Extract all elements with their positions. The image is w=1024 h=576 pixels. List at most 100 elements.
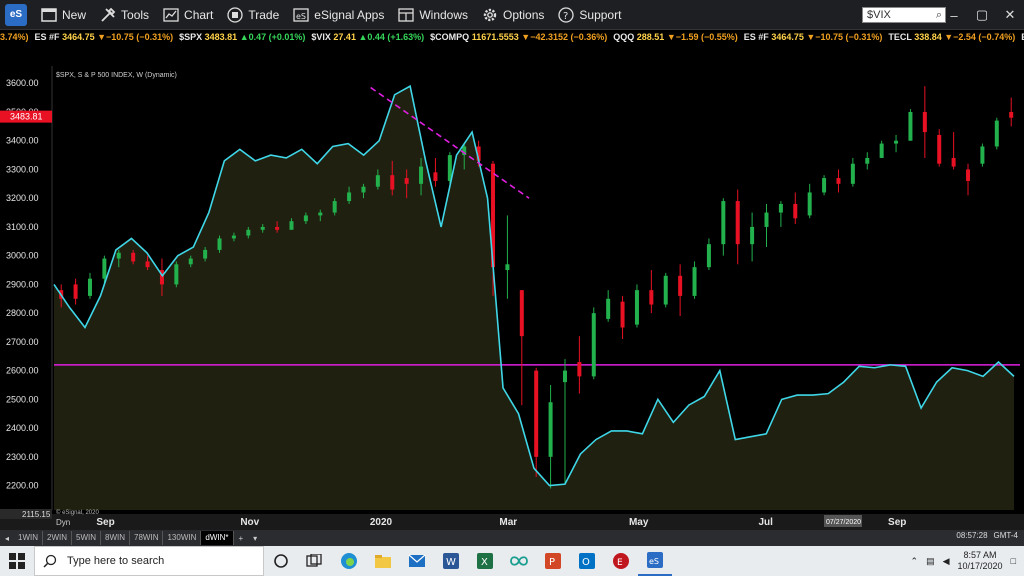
candle-body: [275, 226, 280, 230]
candle-body: [634, 290, 639, 325]
candle-body: [591, 313, 596, 377]
close-icon[interactable]: ✕: [996, 0, 1024, 30]
new-button[interactable]: New: [41, 2, 86, 28]
tabs-scroll-left-icon[interactable]: ◂: [0, 534, 14, 543]
ticker-price: 27.41: [333, 32, 356, 42]
trade-button[interactable]: Trade: [227, 2, 279, 28]
esignal-logo[interactable]: eS: [5, 3, 27, 26]
start-button[interactable]: [0, 546, 34, 576]
x-tick-label: Jul: [759, 517, 774, 528]
candle-body: [980, 146, 985, 164]
tab-2win[interactable]: 2WIN: [43, 531, 73, 545]
new-window-icon: [41, 7, 57, 22]
tab-dwin[interactable]: dWIN*: [201, 531, 234, 545]
maximize-icon[interactable]: ▢: [968, 0, 996, 30]
candle-body: [807, 192, 812, 216]
ticker-symbol: QQQ: [613, 32, 635, 42]
minimize-icon[interactable]: –: [940, 0, 968, 30]
candle-body: [419, 166, 424, 184]
candle-body: [145, 261, 150, 268]
red-app-icon[interactable]: E: [604, 546, 638, 576]
ticker-item[interactable]: QQQ 288.51 ▼−1.59 (−0.55%): [613, 30, 738, 44]
tab-78win[interactable]: 78WIN: [130, 531, 164, 545]
symbol-search-value: $VIX: [867, 9, 891, 21]
chart-panel[interactable]: 2200.00 2300.00 2400.00 2500.00 2600.00 2700.…: [0, 44, 1024, 530]
tab-130win[interactable]: 130WIN: [163, 531, 202, 545]
add-tab-button[interactable]: +: [234, 534, 249, 543]
candle-body: [102, 258, 107, 279]
support-button[interactable]: ? Support: [558, 2, 621, 28]
notifications-icon[interactable]: □: [1011, 556, 1016, 566]
candle-body: [505, 264, 510, 271]
tabs-dropdown-icon[interactable]: ▾: [248, 534, 262, 543]
volume-icon[interactable]: ◀: [943, 556, 950, 567]
outlook-icon[interactable]: O: [570, 546, 604, 576]
candle-body: [649, 290, 654, 305]
tab-5win[interactable]: 5WIN: [72, 531, 102, 545]
edge-icon[interactable]: [332, 546, 366, 576]
taskbar-time: 8:57 AM: [963, 550, 997, 560]
chevron-up-icon[interactable]: ⌃: [911, 556, 919, 567]
windows-button[interactable]: Windows: [398, 2, 468, 28]
candle-body: [289, 221, 294, 230]
candle-body: [203, 249, 208, 259]
powerpoint-icon[interactable]: P: [536, 546, 570, 576]
chart-label: Chart: [184, 7, 214, 22]
esignal-apps-icon: eS: [293, 7, 309, 22]
candle-body: [519, 290, 524, 337]
windows-logo-icon: [9, 553, 25, 569]
candle-body: [735, 201, 740, 245]
file-explorer-icon[interactable]: [366, 546, 400, 576]
symbol-search-input[interactable]: $VIX ⌕: [862, 7, 946, 23]
y-tick-label: 2300.00: [6, 452, 39, 462]
word-icon[interactable]: W: [434, 546, 468, 576]
ticker-item[interactable]: $VIX 27.41 ▲0.44 (+1.63%): [311, 30, 424, 44]
esignal-apps-button[interactable]: eS eSignal Apps: [293, 2, 384, 28]
candle-body: [778, 203, 783, 213]
ticker-item[interactable]: $COMPQ 11671.5553 ▼−42.3152 (−0.36%): [430, 30, 607, 44]
ticker-price: 3464.75: [62, 32, 95, 42]
chart-button[interactable]: Chart: [163, 2, 213, 28]
options-button[interactable]: Options: [482, 2, 544, 28]
mail-icon[interactable]: [400, 546, 434, 576]
candle-body: [375, 175, 380, 187]
ticker-change: ▲0.44 (+1.63%): [358, 32, 425, 42]
dyn-label[interactable]: Dyn: [56, 518, 70, 527]
candle-body: [1009, 111, 1014, 118]
infinity-app-icon[interactable]: [502, 546, 536, 576]
candle-body: [534, 370, 539, 457]
task-view-icon[interactable]: [298, 546, 332, 576]
svg-text:X: X: [481, 557, 488, 568]
tab-8win[interactable]: 8WIN: [101, 531, 131, 545]
ticker-price: 338.84: [914, 32, 942, 42]
ticker-price: 288.51: [636, 32, 665, 42]
taskbar-clock[interactable]: 8:57 AM 10/17/2020: [958, 550, 1003, 572]
ticker-item[interactable]: $SPX 3483.81 ▲0.47 (+0.01%): [179, 30, 305, 44]
esignal-taskbar-icon[interactable]: eS: [638, 546, 672, 576]
ticker-change: ▼−42.3152 (−0.36%): [521, 32, 608, 42]
chart-icon: [163, 7, 179, 22]
network-icon[interactable]: ▤: [926, 556, 935, 567]
excel-icon[interactable]: X: [468, 546, 502, 576]
ticker-item[interactable]: TECL 338.84 ▼−2.54 (−0.74%): [888, 30, 1015, 44]
candle-body: [347, 192, 352, 202]
status-clock: 08:57:28 GMT-4: [956, 531, 1018, 540]
ticker-symbol: TECL: [888, 32, 912, 42]
crosshair-date-label: 07/27/2020: [826, 519, 861, 526]
tools-button[interactable]: Tools: [100, 2, 149, 28]
price-chart[interactable]: 2200.00 2300.00 2400.00 2500.00 2600.00 2700.…: [0, 44, 1024, 530]
y-tick-label: 2400.00: [6, 423, 39, 433]
ticker-item[interactable]: ES #F 3464.75 ▼−10.75 (−0.31%): [35, 30, 174, 44]
candle-body: [332, 201, 337, 213]
ticker-item[interactable]: ES #F 3464.75 ▼−10.75 (−0.31%): [744, 30, 883, 44]
ticker-symbol: $VIX: [311, 32, 331, 42]
esignal-watermark: © eSignal, 2020: [56, 510, 99, 516]
cortana-icon[interactable]: [264, 546, 298, 576]
candle-body: [131, 252, 136, 262]
ticker-item[interactable]: 3.74%): [0, 30, 29, 44]
ticker-change: 3.74%): [0, 32, 29, 42]
y-tick-label: 2200.00: [6, 481, 39, 491]
candle-body: [721, 201, 726, 245]
tab-1win[interactable]: 1WIN: [14, 531, 44, 545]
taskbar-search-input[interactable]: Type here to search: [34, 546, 264, 576]
